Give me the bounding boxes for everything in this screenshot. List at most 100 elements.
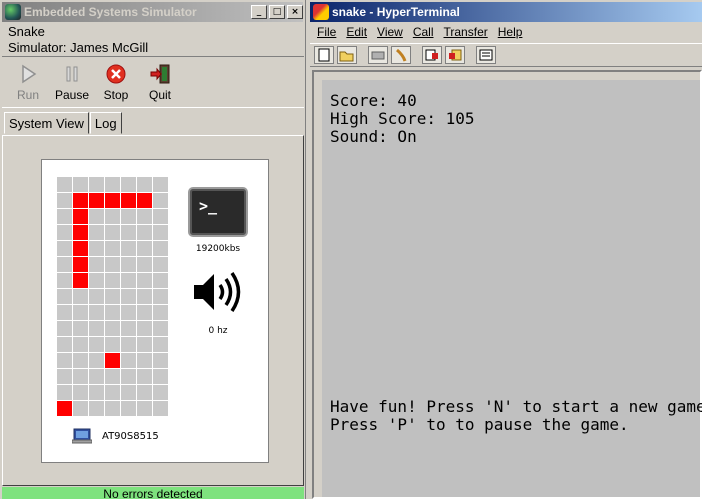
led-cell-on	[105, 193, 120, 208]
open-icon[interactable]	[337, 46, 357, 64]
menu-file[interactable]: File	[312, 24, 341, 42]
led-cell	[105, 289, 120, 304]
run-label: Run	[16, 88, 39, 102]
speaker-icon	[190, 268, 248, 316]
led-cell	[121, 401, 136, 416]
led-cell	[73, 369, 88, 384]
pause-label: Pause	[54, 88, 90, 102]
led-cell	[153, 385, 168, 400]
close-button[interactable]: ×	[287, 5, 303, 19]
dial-icon[interactable]	[391, 46, 411, 64]
led-cell	[121, 241, 136, 256]
maximize-button[interactable]: □	[269, 5, 285, 19]
led-cell	[153, 225, 168, 240]
hyperterminal-titlebar[interactable]: snake - HyperTerminal	[310, 2, 702, 22]
exit-door-icon	[149, 63, 171, 85]
led-cell	[89, 337, 104, 352]
tab-log[interactable]: Log	[89, 112, 122, 134]
led-cell-on	[73, 273, 88, 288]
led-cell	[137, 369, 152, 384]
stop-button[interactable]: Stop	[94, 63, 138, 102]
led-cell	[153, 273, 168, 288]
menu-call[interactable]: Call	[408, 24, 439, 42]
led-cell	[89, 225, 104, 240]
led-cell	[57, 193, 72, 208]
minimize-button[interactable]: _	[251, 5, 267, 19]
led-cell	[57, 177, 72, 192]
hyperterminal-app-icon	[313, 4, 329, 20]
led-cell	[57, 353, 72, 368]
led-cell	[73, 353, 88, 368]
led-cell	[121, 257, 136, 272]
led-cell	[57, 225, 72, 240]
run-button[interactable]: Run	[6, 63, 50, 102]
led-cell-on	[73, 209, 88, 224]
led-cell	[137, 257, 152, 272]
menu-help[interactable]: Help	[493, 24, 528, 42]
hyperterminal-toolbar	[310, 43, 702, 67]
led-cell	[105, 273, 120, 288]
terminal-score-line: Score: 40	[330, 91, 417, 110]
led-cell	[121, 385, 136, 400]
menu-transfer[interactable]: Transfer	[439, 24, 493, 42]
led-cell	[57, 369, 72, 384]
disconnect-icon[interactable]	[368, 46, 388, 64]
led-cell	[73, 177, 88, 192]
window-title: Embedded Systems Simulator	[24, 5, 197, 19]
led-cell	[57, 321, 72, 336]
led-cell	[73, 305, 88, 320]
tab-system-view[interactable]: System View	[4, 112, 89, 134]
led-cell	[89, 321, 104, 336]
led-cell	[137, 385, 152, 400]
hyperterminal-window: snake - HyperTerminal File Edit View Cal…	[308, 0, 702, 499]
led-cell	[105, 257, 120, 272]
led-cell	[153, 369, 168, 384]
terminal-highscore-line: High Score: 105	[330, 109, 475, 128]
led-cell	[137, 353, 152, 368]
stop-icon	[105, 63, 127, 85]
led-cell	[105, 241, 120, 256]
system-view-panel: >_ 19200kbs 0 hz AT90S8515	[2, 135, 304, 486]
led-cell	[153, 337, 168, 352]
led-cell	[153, 209, 168, 224]
properties-icon[interactable]	[476, 46, 496, 64]
led-cell	[153, 177, 168, 192]
quit-button[interactable]: Quit	[138, 63, 182, 102]
mcu-name: AT90S8515	[102, 430, 159, 442]
led-cell	[57, 257, 72, 272]
led-cell	[105, 209, 120, 224]
led-cell	[89, 353, 104, 368]
led-cell	[121, 177, 136, 192]
led-cell	[137, 225, 152, 240]
led-cell	[121, 209, 136, 224]
led-cell	[121, 337, 136, 352]
pause-button[interactable]: Pause	[50, 63, 94, 102]
view-tabs: System View Log	[4, 112, 123, 134]
program-name: Snake	[8, 24, 45, 39]
led-cell	[57, 273, 72, 288]
simulator-titlebar[interactable]: Embedded Systems Simulator _ □ ×	[2, 2, 303, 22]
computer-icon	[71, 428, 93, 444]
menu-edit[interactable]: Edit	[341, 24, 372, 42]
new-icon[interactable]	[314, 46, 334, 64]
simulator-toolbar: Run Pause Stop Quit	[2, 56, 304, 108]
led-cell	[89, 369, 104, 384]
receive-icon[interactable]	[445, 46, 465, 64]
stop-label: Stop	[103, 88, 129, 102]
terminal-screen[interactable]: Score: 40 High Score: 105 Sound: On Have…	[322, 80, 702, 497]
led-cell	[73, 385, 88, 400]
led-cell	[121, 353, 136, 368]
led-cell	[137, 305, 152, 320]
led-cell	[57, 337, 72, 352]
led-cell	[153, 353, 168, 368]
led-cell	[153, 241, 168, 256]
led-cell-on	[73, 193, 88, 208]
led-cell-on	[89, 193, 104, 208]
led-cell	[105, 177, 120, 192]
led-matrix	[57, 177, 169, 417]
menu-view[interactable]: View	[372, 24, 408, 42]
led-cell	[89, 241, 104, 256]
led-cell	[57, 289, 72, 304]
terminal-instructions-line: Have fun! Press 'N' to start a new game	[330, 397, 702, 416]
send-icon[interactable]	[422, 46, 442, 64]
